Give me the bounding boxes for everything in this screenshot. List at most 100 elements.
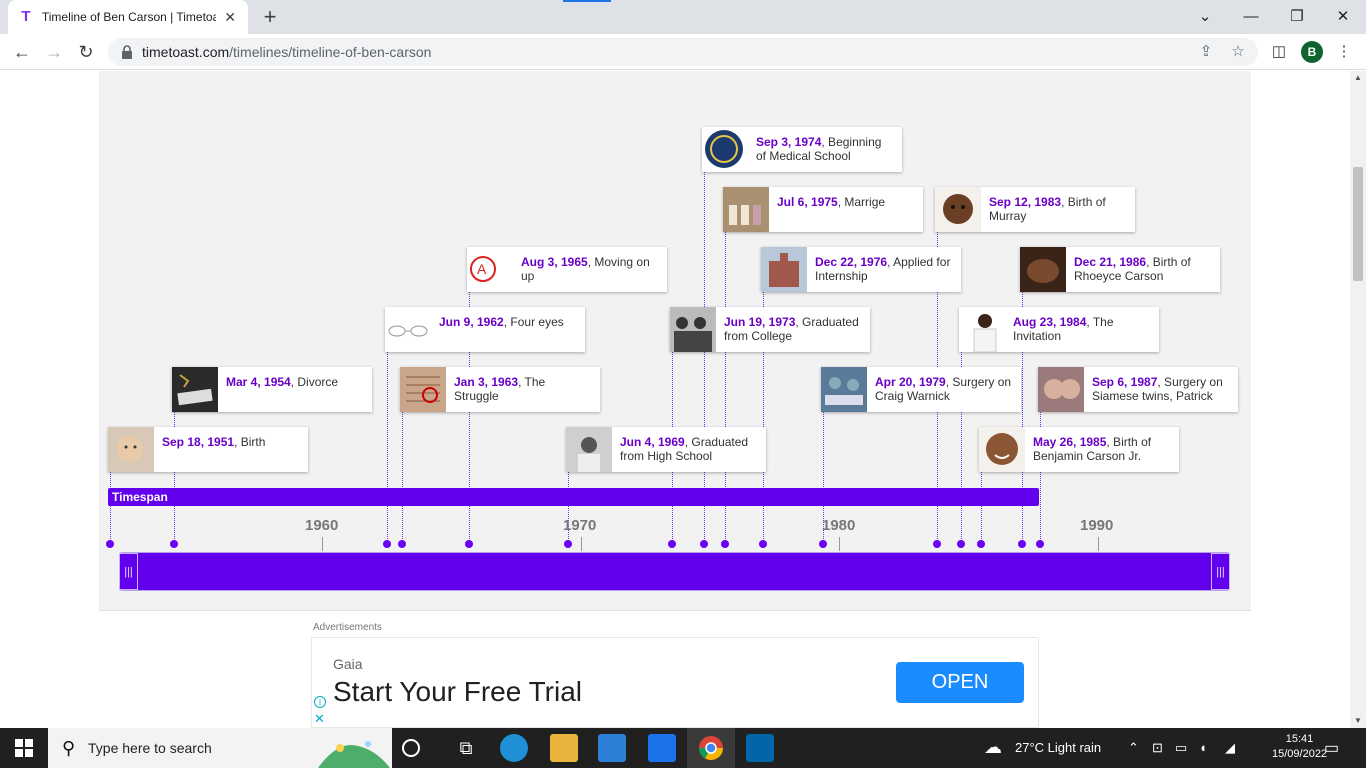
tab-strip: T Timeline of Ben Carson | Timetoast ✕ +… bbox=[0, 0, 1366, 34]
scrollbar-thumb[interactable] bbox=[1353, 167, 1363, 281]
weather-text[interactable]: 27°C Light rain bbox=[1015, 740, 1101, 755]
windows-start-icon[interactable] bbox=[0, 728, 48, 768]
event-dot[interactable] bbox=[957, 540, 965, 548]
chrome-icon[interactable] bbox=[697, 734, 725, 762]
decade-tick bbox=[1098, 537, 1099, 551]
event-card-internship[interactable]: Dec 22, 1976, Applied for Internship bbox=[761, 247, 961, 292]
event-dot[interactable] bbox=[383, 540, 391, 548]
event-title: , Divorce bbox=[290, 375, 339, 389]
tab-active[interactable]: T Timeline of Ben Carson | Timetoast ✕ bbox=[8, 0, 248, 34]
event-card-four-eyes[interactable]: Jun 9, 1962, Four eyes bbox=[385, 307, 585, 352]
tab-close-icon[interactable]: ✕ bbox=[222, 9, 238, 25]
search-icon: ⚲ bbox=[62, 738, 76, 758]
forward-button[interactable]: → bbox=[42, 40, 66, 64]
url-host: timetoast.com bbox=[142, 44, 230, 60]
event-dot[interactable] bbox=[106, 540, 114, 548]
event-date: Jun 9, 1962 bbox=[439, 315, 504, 329]
event-date: Jun 19, 1973 bbox=[724, 315, 796, 329]
network-icon[interactable]: ⊡ bbox=[1152, 740, 1163, 756]
event-dot[interactable] bbox=[933, 540, 941, 548]
timespan-bar[interactable]: Timespan bbox=[108, 488, 1039, 506]
graduate-portrait-icon bbox=[566, 427, 612, 472]
bookmark-star-icon[interactable]: ☆ bbox=[1228, 42, 1248, 62]
taskbar-search-box[interactable]: ⚲ Type here to search bbox=[48, 728, 392, 768]
ad-info-icon[interactable]: i bbox=[314, 696, 326, 708]
range-handle-left[interactable]: ||| bbox=[119, 553, 138, 590]
ad-close-icon[interactable]: ✕ bbox=[314, 711, 325, 727]
timeline-range-slider[interactable]: ||| ||| bbox=[119, 552, 1230, 591]
decade-label: 1980 bbox=[822, 517, 856, 534]
weather-cloud-icon[interactable]: ☁ bbox=[984, 737, 1002, 758]
system-clock[interactable]: 15:41 15/09/2022 bbox=[1272, 732, 1327, 762]
range-handle-right[interactable]: ||| bbox=[1211, 553, 1230, 590]
close-window-button[interactable]: ✕ bbox=[1320, 4, 1366, 30]
event-dot[interactable] bbox=[1018, 540, 1026, 548]
reload-button[interactable]: ↻ bbox=[74, 40, 98, 64]
profile-avatar[interactable]: B bbox=[1301, 41, 1323, 63]
address-bar[interactable]: timetoast.com/timelines/timeline-of-ben-… bbox=[108, 38, 1258, 66]
event-dot[interactable] bbox=[668, 540, 676, 548]
event-card-birth-of-murray[interactable]: Sep 12, 1983, Birth of Murray bbox=[935, 187, 1135, 232]
microsoft-store-icon[interactable] bbox=[598, 734, 626, 762]
clock-time: 15:41 bbox=[1285, 733, 1314, 745]
volume-icon[interactable]: ◖ bbox=[1199, 740, 1207, 755]
surgery-photo-icon bbox=[821, 367, 867, 412]
event-dot[interactable] bbox=[977, 540, 985, 548]
vscode-icon[interactable] bbox=[746, 734, 774, 762]
event-dot[interactable] bbox=[819, 540, 827, 548]
event-card-divorce[interactable]: Mar 4, 1954, Divorce bbox=[172, 367, 372, 412]
scroll-down-arrow-icon[interactable]: ▼ bbox=[1350, 714, 1366, 728]
decade-label: 1970 bbox=[563, 517, 597, 534]
event-card-the-invitation[interactable]: Aug 23, 1984, The Invitation bbox=[959, 307, 1159, 352]
chevron-up-icon[interactable]: ⌃ bbox=[1128, 740, 1139, 756]
event-card-high-school[interactable]: Jun 4, 1969, Graduated from High School bbox=[566, 427, 766, 472]
event-card-rhoeyce-carson[interactable]: Dec 21, 1986, Birth of Rhoeyce Carson bbox=[1020, 247, 1220, 292]
event-dot[interactable] bbox=[759, 540, 767, 548]
event-card-birth[interactable]: Sep 18, 1951, Birth bbox=[108, 427, 308, 472]
event-dot[interactable] bbox=[700, 540, 708, 548]
ad-open-button[interactable]: OPEN bbox=[896, 662, 1024, 703]
event-dot[interactable] bbox=[564, 540, 572, 548]
event-date: Sep 3, 1974 bbox=[756, 135, 822, 149]
event-card-medical-school[interactable]: Sep 3, 1974, Beginning of Medical School bbox=[702, 127, 902, 172]
event-card-moving-on-up[interactable]: A Aug 3, 1965, Moving on up bbox=[467, 247, 667, 292]
task-view-icon[interactable]: ⧉ bbox=[452, 734, 480, 762]
baby-photo-icon bbox=[108, 427, 154, 472]
event-card-siamese-twins[interactable]: Sep 6, 1987, Surgery on Siamese twins, P… bbox=[1038, 367, 1238, 412]
event-date: Mar 4, 1954 bbox=[226, 375, 291, 389]
mail-icon[interactable] bbox=[648, 734, 676, 762]
ad-banner[interactable]: Gaia Start Your Free Trial OPEN i ✕ bbox=[311, 637, 1039, 728]
page-scrollbar[interactable]: ▲ ▼ bbox=[1350, 71, 1366, 728]
event-dot[interactable] bbox=[465, 540, 473, 548]
browser-menu-icon[interactable]: ⋮ bbox=[1332, 40, 1356, 64]
event-dot[interactable] bbox=[1036, 540, 1044, 548]
event-title: , Birth bbox=[234, 435, 266, 449]
back-button[interactable]: ← bbox=[10, 40, 34, 64]
svg-text:A: A bbox=[477, 261, 487, 277]
restore-button[interactable]: ❐ bbox=[1274, 4, 1320, 30]
event-card-craig-warnick[interactable]: Apr 20, 1979, Surgery on Craig Warnick bbox=[821, 367, 1021, 412]
url-text: timetoast.com/timelines/timeline-of-ben-… bbox=[142, 44, 431, 60]
cortana-icon[interactable] bbox=[402, 739, 420, 757]
event-card-marrige[interactable]: Jul 6, 1975, Marrige bbox=[723, 187, 923, 232]
share-icon[interactable]: ⇪ bbox=[1196, 42, 1216, 62]
minimize-button[interactable]: — bbox=[1228, 4, 1274, 30]
event-dot[interactable] bbox=[721, 540, 729, 548]
edge-browser-icon[interactable] bbox=[500, 734, 528, 762]
battery-icon[interactable]: ▭ bbox=[1175, 740, 1187, 756]
scroll-up-arrow-icon[interactable]: ▲ bbox=[1350, 71, 1366, 85]
wifi-icon[interactable]: ◢ bbox=[1225, 740, 1235, 756]
notification-icon[interactable]: ▭ bbox=[1324, 738, 1339, 758]
new-tab-button[interactable]: + bbox=[258, 5, 282, 29]
tab-search-chevron-down-icon[interactable]: ⌄ bbox=[1182, 4, 1228, 30]
ad-label: Advertisements bbox=[313, 622, 382, 633]
browser-toolbar: ← → ↻ timetoast.com/timelines/timeline-o… bbox=[0, 34, 1366, 70]
file-explorer-icon[interactable] bbox=[550, 734, 578, 762]
event-card-college[interactable]: Jun 19, 1973, Graduated from College bbox=[670, 307, 870, 352]
clock-date: 15/09/2022 bbox=[1272, 748, 1328, 760]
side-panel-icon[interactable]: ◫ bbox=[1267, 40, 1291, 64]
event-card-benjamin-jr[interactable]: May 26, 1985, Birth of Benjamin Carson J… bbox=[979, 427, 1179, 472]
event-card-the-struggle[interactable]: Jan 3, 1963, The Struggle bbox=[400, 367, 600, 412]
event-dot[interactable] bbox=[398, 540, 406, 548]
event-dot[interactable] bbox=[170, 540, 178, 548]
